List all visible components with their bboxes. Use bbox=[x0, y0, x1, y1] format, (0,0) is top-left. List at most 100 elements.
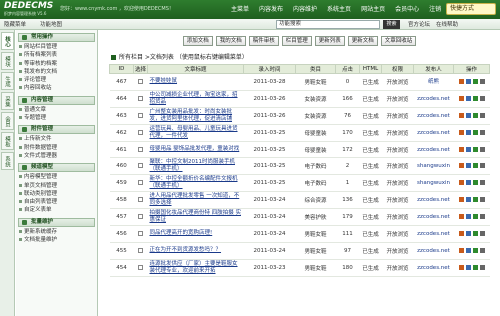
forum-link[interactable]: 官方论坛 bbox=[408, 20, 430, 28]
cell-title[interactable]: 新华：中控全额折价名编配件文报机（联通手机） bbox=[147, 174, 244, 193]
col-actions[interactable]: 操作 bbox=[453, 64, 490, 74]
table-row[interactable]: 464 中公司减损企业代理，淘宝这家，招招货品 2011-03-26 女装资源 166 已… bbox=[109, 90, 490, 108]
view-icon[interactable] bbox=[458, 146, 464, 152]
move-icon[interactable] bbox=[472, 163, 478, 169]
delete-icon[interactable] bbox=[479, 197, 485, 203]
view-icon[interactable] bbox=[458, 78, 464, 84]
table-row[interactable]: 460 聚联：中控文制2011时尚服装手机（联通手机） 2011-03-25 电子数码… bbox=[109, 157, 490, 176]
table-row[interactable]: 457 拍摄国化妆品代理商份特 四肢拍摄 实惠保证 2011-03-24 美容护肤 17… bbox=[109, 208, 490, 227]
vtab-collect[interactable]: 采集 bbox=[1, 92, 14, 110]
cell-publisher[interactable]: zzcodes.net bbox=[413, 107, 454, 125]
sidebar-item-comments[interactable]: 评论管理 bbox=[16, 76, 97, 84]
cell-title[interactable]: 连源批发供应（厂家）主要是鞋服女装代理专业，欢迎前来开拓 bbox=[147, 259, 244, 277]
row-checkbox[interactable] bbox=[138, 129, 143, 135]
col-title[interactable]: 文章标题 bbox=[147, 64, 244, 74]
edit-icon[interactable] bbox=[465, 95, 471, 101]
edit-icon[interactable] bbox=[465, 163, 471, 169]
sidebar-item-recycle[interactable]: 内容回收站 bbox=[16, 84, 97, 92]
row-checkbox[interactable] bbox=[138, 180, 143, 186]
vtab-member[interactable]: 会员 bbox=[1, 112, 14, 130]
topnav-main-menu[interactable]: 主菜单 bbox=[226, 4, 254, 13]
row-checkbox[interactable] bbox=[138, 112, 143, 118]
delete-icon[interactable] bbox=[479, 78, 485, 84]
delete-icon[interactable] bbox=[479, 163, 485, 169]
cell-publisher[interactable]: zzcodes.net bbox=[413, 225, 454, 243]
edit-icon[interactable] bbox=[465, 230, 471, 236]
edit-icon[interactable] bbox=[465, 180, 471, 186]
sidebar-item-update-cache[interactable]: 更新系统缓存 bbox=[16, 228, 97, 236]
cell-title[interactable]: 同品代理高开的宽购店理! bbox=[147, 225, 244, 243]
col-permission[interactable]: 权限 bbox=[381, 64, 414, 74]
move-icon[interactable] bbox=[472, 247, 478, 253]
view-icon[interactable] bbox=[458, 197, 464, 203]
table-row[interactable]: 467 不要娃娃鼠 2011-03-28 男鞋女鞋 0 已生成 开放浏览 纸熊 bbox=[109, 73, 490, 91]
update-docs-button[interactable]: 更新文档 bbox=[347, 36, 378, 46]
my-documents-button[interactable]: 我的文档 bbox=[215, 36, 246, 46]
sidebar-item-columns[interactable]: 网站栏目管理 bbox=[16, 43, 97, 51]
quick-menu-button[interactable]: 快捷方式 bbox=[446, 3, 496, 15]
cell-category[interactable]: 母婴童装 bbox=[295, 124, 336, 142]
cell-category[interactable]: 男鞋女鞋 bbox=[295, 259, 336, 277]
cell-publisher[interactable]: zzcodes.net bbox=[413, 208, 454, 227]
sidebar-item-free-list[interactable]: 自由列表管理 bbox=[16, 198, 97, 206]
cell-title[interactable]: 运营玩具、母婴用品、儿童玩具进货代理，一件代发 bbox=[147, 124, 244, 142]
row-checkbox[interactable] bbox=[138, 197, 143, 203]
vtab-generate[interactable]: 生成 bbox=[1, 72, 14, 90]
move-icon[interactable] bbox=[472, 95, 478, 101]
sidebar-item-articles[interactable]: 普通文章 bbox=[16, 106, 97, 114]
cell-title[interactable]: 不要娃娃鼠 bbox=[147, 73, 244, 91]
table-row[interactable]: 455 正在为开不到货源发愁吗？？ 2011-03-24 男鞋女鞋 97 已生成 开放浏览 z… bbox=[109, 242, 490, 260]
cell-publisher[interactable]: zzcodes.net bbox=[413, 141, 454, 159]
table-row[interactable]: 454 连源批发供应（厂家）主要是鞋服女装代理专业，欢迎前来开拓 2011-03-2… bbox=[109, 259, 490, 277]
topnav-logout[interactable]: 注销 bbox=[424, 4, 446, 13]
view-icon[interactable] bbox=[458, 129, 464, 135]
col-clicks[interactable]: 点击 bbox=[335, 64, 360, 74]
move-icon[interactable] bbox=[472, 78, 478, 84]
cell-category[interactable]: 女装资源 bbox=[295, 107, 336, 125]
sidebar-group-attachments[interactable]: 附件管理 bbox=[18, 125, 95, 135]
cell-category[interactable]: 电子数码 bbox=[295, 157, 336, 176]
row-checkbox[interactable] bbox=[138, 264, 143, 270]
move-icon[interactable] bbox=[472, 129, 478, 135]
function-map-link[interactable]: 功能地图 bbox=[40, 20, 62, 28]
cell-title[interactable]: 正在为开不到货源发愁吗？？ bbox=[147, 242, 244, 260]
hide-menu-toggle[interactable]: 隐藏菜单 bbox=[4, 20, 26, 28]
cell-category[interactable]: 男鞋女鞋 bbox=[295, 225, 336, 243]
delete-icon[interactable] bbox=[479, 146, 485, 152]
move-icon[interactable] bbox=[472, 146, 478, 152]
delete-icon[interactable] bbox=[479, 95, 485, 101]
cell-publisher[interactable]: zzcodes.net bbox=[413, 242, 454, 260]
edit-icon[interactable] bbox=[465, 264, 471, 270]
view-icon[interactable] bbox=[458, 180, 464, 186]
edit-icon[interactable] bbox=[465, 129, 471, 135]
sidebar-item-pending[interactable]: 等审核的档案 bbox=[16, 60, 97, 68]
edit-icon[interactable] bbox=[465, 214, 471, 220]
topnav-site-home[interactable]: 网站主页 bbox=[356, 4, 390, 13]
col-time[interactable]: 录入时间 bbox=[243, 64, 296, 74]
view-icon[interactable] bbox=[458, 112, 464, 118]
cell-title[interactable]: 聚联：中控文制2011时尚服装手机（联通手机） bbox=[147, 157, 244, 176]
sidebar-item-content-models[interactable]: 内容模型管理 bbox=[16, 173, 97, 181]
sidebar-item-custom-form[interactable]: 自定义表单 bbox=[16, 206, 97, 214]
sidebar-item-my-docs[interactable]: 我发布的文档 bbox=[16, 68, 97, 76]
cell-category[interactable]: 母婴童装 bbox=[295, 141, 336, 159]
sidebar-item-file-manager[interactable]: 文件式管理器 bbox=[16, 152, 97, 160]
cell-category[interactable]: 男鞋女鞋 bbox=[295, 242, 336, 260]
sidebar-item-attach-data[interactable]: 附件数据管理 bbox=[16, 144, 97, 152]
cell-category[interactable]: 电子数码 bbox=[295, 174, 336, 193]
update-list-button[interactable]: 更新列表 bbox=[314, 36, 345, 46]
table-row[interactable]: 456 同品代理高开的宽购店理! 2011-03-24 男鞋女鞋 111 已生成 开放浏览 z… bbox=[109, 225, 490, 243]
sidebar-item-all-docs[interactable]: 所有档案列表 bbox=[16, 51, 97, 59]
cell-category[interactable]: 男鞋女鞋 bbox=[295, 73, 336, 91]
move-icon[interactable] bbox=[472, 197, 478, 203]
view-icon[interactable] bbox=[458, 264, 464, 270]
row-checkbox[interactable] bbox=[138, 230, 143, 236]
row-checkbox[interactable] bbox=[138, 247, 143, 253]
vtab-template[interactable]: 模板 bbox=[1, 132, 14, 150]
sidebar-item-topics[interactable]: 专题管理 bbox=[16, 114, 97, 122]
delete-icon[interactable] bbox=[479, 180, 485, 186]
row-checkbox[interactable] bbox=[138, 95, 143, 101]
help-link[interactable]: 在线帮助 bbox=[436, 20, 458, 28]
sidebar-group-content[interactable]: 内容管理 bbox=[18, 95, 95, 105]
col-select[interactable]: 选择 bbox=[133, 64, 148, 74]
